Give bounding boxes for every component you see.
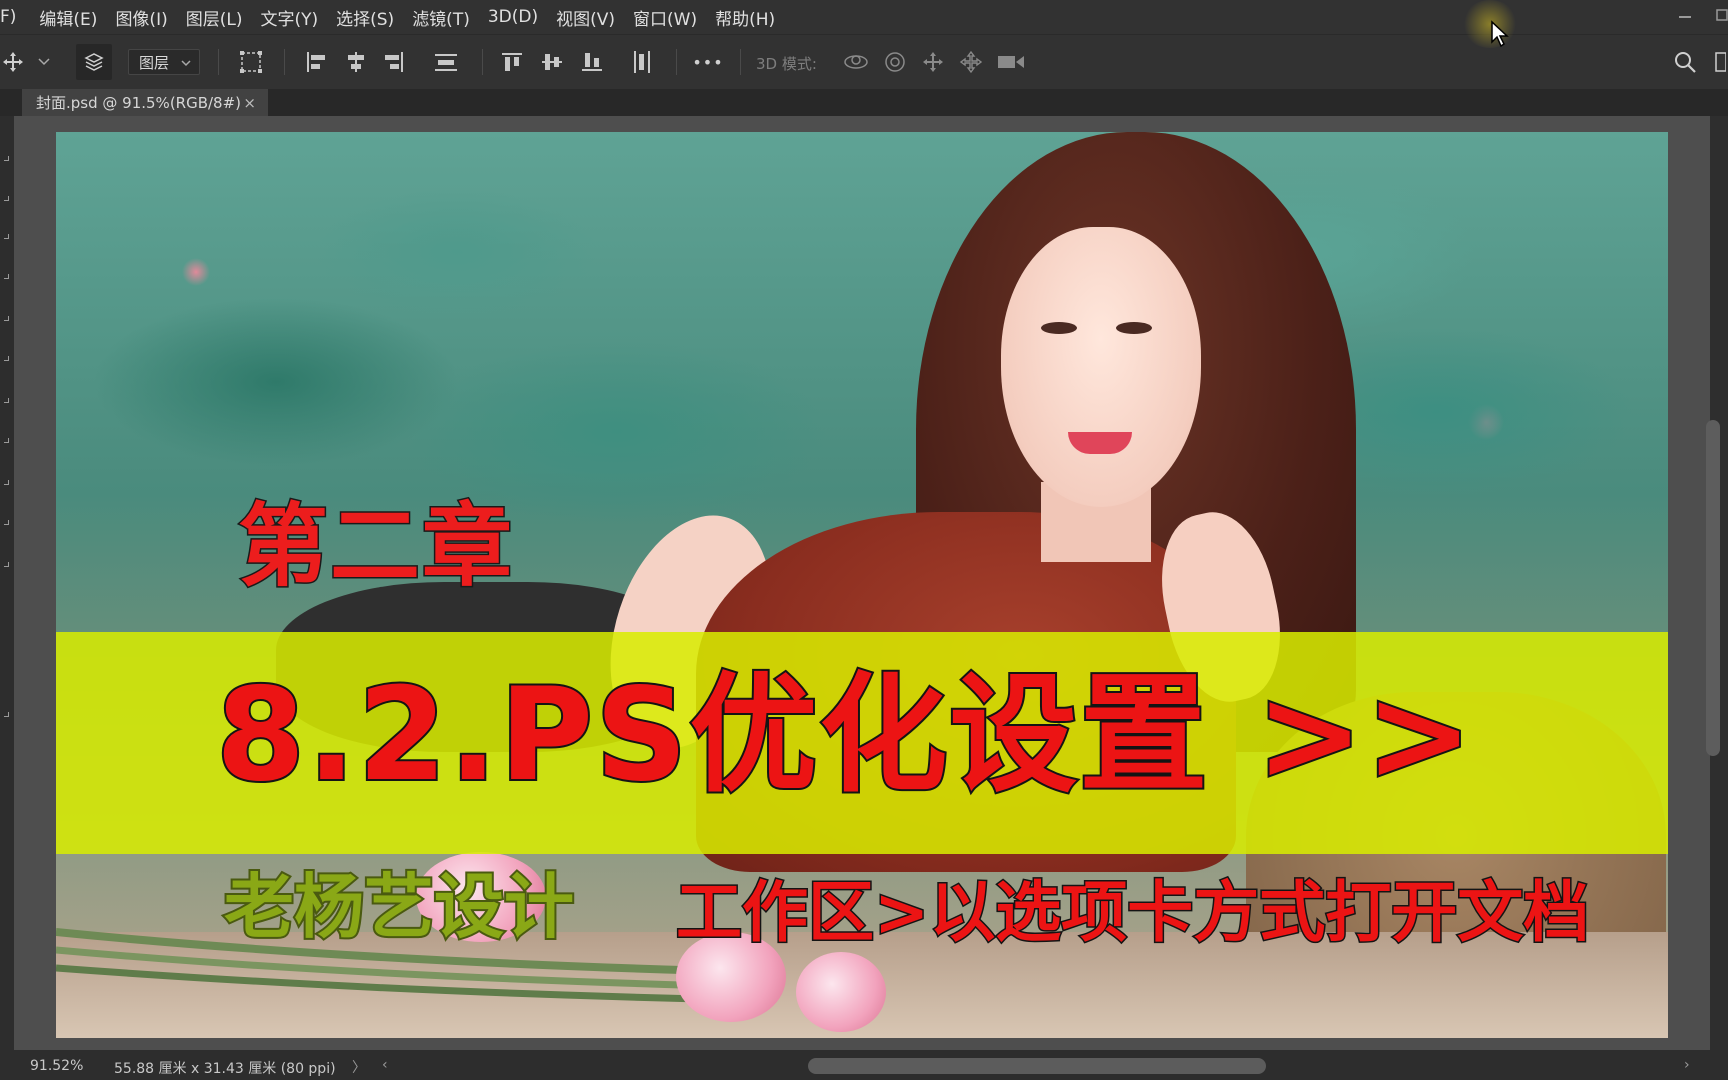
canvas-photo-face	[1001, 227, 1201, 507]
canvas-chapter-text: 第二章	[237, 494, 514, 599]
document-size-info: 55.88 厘米 x 31.43 厘米 (80 ppi)	[114, 1061, 336, 1077]
layer-select-label: 图层	[139, 53, 170, 72]
minimize-icon[interactable]	[1678, 8, 1692, 26]
align-top-icon[interactable]	[498, 47, 526, 77]
menu-select[interactable]: 选择(S)	[327, 5, 403, 30]
tool-group-icon[interactable]	[4, 156, 9, 161]
tool-group-icon[interactable]	[4, 562, 9, 567]
tool-group-icon[interactable]	[4, 234, 9, 239]
distribute-horizontal-icon[interactable]	[628, 47, 656, 77]
align-bottom-icon[interactable]	[578, 47, 606, 77]
canvas-photo-eye	[1041, 322, 1077, 334]
distribute-vertical-icon[interactable]	[432, 47, 460, 77]
roll-3d-icon[interactable]	[880, 47, 910, 77]
tool-group-icon[interactable]	[4, 438, 9, 443]
scale-3d-camera-icon[interactable]	[994, 47, 1028, 77]
vertical-scroll-thumb[interactable]	[1706, 420, 1720, 756]
tool-group-icon[interactable]	[4, 274, 9, 279]
canvas-headline-text: 8.2.PS优化设置 >>	[214, 661, 1475, 810]
move-tool-icon[interactable]	[0, 47, 26, 77]
more-options-button[interactable]: •••	[692, 47, 724, 77]
document-tab-bar: 封面.psd @ 91.5%(RGB/8#) ×	[0, 89, 1728, 116]
tool-group-icon[interactable]	[4, 398, 9, 403]
zoom-level[interactable]: 91.52%	[30, 1058, 83, 1074]
menu-edit[interactable]: 编辑(E)	[25, 5, 106, 30]
transform-controls-icon[interactable]	[236, 47, 266, 77]
status-menu-arrow[interactable]: 〉	[352, 1057, 366, 1077]
canvas-photo-eye	[1116, 322, 1152, 334]
restore-icon[interactable]	[1716, 8, 1728, 26]
mouse-cursor-icon	[1490, 20, 1510, 52]
mode-3d-label: 3D 模式:	[756, 55, 817, 73]
align-horizontal-center-icon[interactable]	[342, 47, 370, 77]
align-left-icon[interactable]	[302, 47, 330, 77]
tools-panel	[0, 116, 14, 1060]
scroll-left-arrow[interactable]: ‹	[382, 1057, 388, 1073]
menu-view[interactable]: 视图(V)	[547, 5, 624, 30]
menu-image[interactable]: 图像(I)	[106, 5, 176, 30]
canvas-subtitle-text: 工作区>以选项卡方式打开文档	[674, 874, 1590, 951]
tool-group-icon[interactable]	[4, 356, 9, 361]
align-right-icon[interactable]	[380, 47, 408, 77]
layer-select-dropdown[interactable]: 图层	[128, 49, 200, 75]
menu-filter[interactable]: 滤镜(T)	[403, 5, 479, 30]
horizontal-scroll-thumb[interactable]	[808, 1058, 1266, 1074]
search-icon[interactable]	[1670, 47, 1700, 77]
options-bar: 图层 ••• 3D 模式:	[0, 34, 1728, 90]
scroll-right-arrow[interactable]: ›	[1684, 1057, 1690, 1073]
tool-group-icon[interactable]	[4, 480, 9, 485]
menu-type[interactable]: 文字(Y)	[251, 5, 327, 30]
canvas-author-text: 老杨艺设计	[222, 866, 576, 948]
canvas-photo-lotus	[796, 952, 886, 1032]
tab-title: 封面.psd @ 91.5%(RGB/8#)	[36, 94, 242, 112]
orbit-3d-icon[interactable]	[840, 47, 872, 77]
menu-3d[interactable]: 3D(D)	[479, 7, 547, 27]
menu-window[interactable]: 窗口(W)	[624, 5, 706, 30]
tool-group-icon[interactable]	[4, 520, 9, 525]
close-tab-icon[interactable]: ×	[243, 94, 256, 112]
align-vertical-center-icon[interactable]	[538, 47, 566, 77]
pan-3d-icon[interactable]	[918, 47, 948, 77]
document-canvas[interactable]: 第二章 8.2.PS优化设置 >> 老杨艺设计 工作区>以选项卡方式打开文档	[56, 132, 1668, 1038]
tool-group-icon[interactable]	[4, 712, 9, 717]
tool-group-icon[interactable]	[4, 316, 9, 321]
menu-help[interactable]: 帮助(H)	[706, 5, 784, 30]
tool-group-icon[interactable]	[4, 196, 9, 201]
workspace-icon[interactable]	[1712, 47, 1728, 77]
menu-file[interactable]: F)	[0, 7, 25, 27]
auto-select-layers-icon[interactable]	[76, 44, 112, 80]
tab-document[interactable]: 封面.psd @ 91.5%(RGB/8#) ×	[22, 89, 268, 116]
chevron-down-icon[interactable]	[36, 47, 52, 77]
menu-layer[interactable]: 图层(L)	[177, 5, 252, 30]
slide-3d-icon[interactable]	[956, 47, 986, 77]
